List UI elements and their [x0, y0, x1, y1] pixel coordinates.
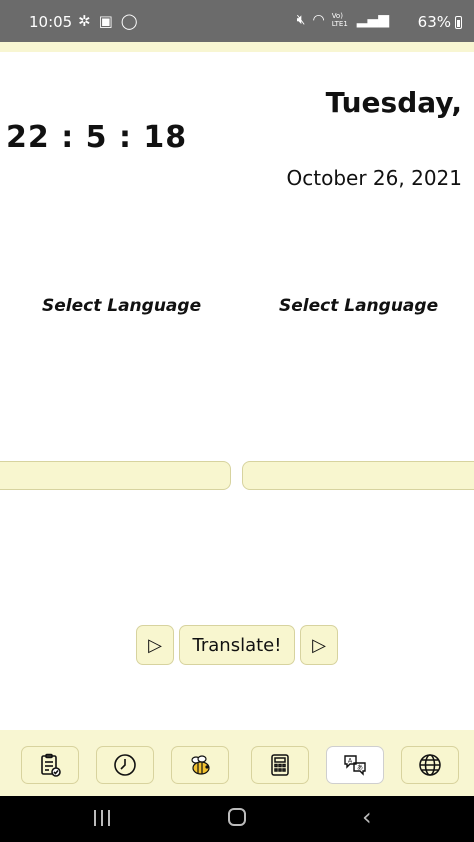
image-icon: ▣: [98, 12, 113, 30]
nav-calculator-button[interactable]: [251, 746, 309, 784]
clock-icon: [114, 754, 136, 776]
battery-icon: [455, 15, 462, 29]
play-source-button[interactable]: ▷: [136, 625, 174, 665]
system-nav-bar: ‹: [0, 796, 474, 842]
nav-clipboard-button[interactable]: [21, 746, 79, 784]
digital-clock: 22 : 5 : 18: [6, 120, 188, 155]
whatsapp-icon: ◯: [120, 12, 138, 30]
current-date: October 26, 2021: [286, 166, 462, 190]
play-target-button[interactable]: ▷: [300, 625, 338, 665]
status-bar: 10:05 ✲ ▣ ◯ 🔇︎ ◠ Vo) LTE1 ▂▄▆ 63%: [0, 0, 474, 42]
translate-icon: A あ: [344, 755, 366, 776]
nav-globe-button[interactable]: [401, 746, 459, 784]
wifi-icon: ◠: [312, 12, 325, 28]
pinwheel-icon: ✲: [78, 12, 91, 30]
source-language-select[interactable]: Select Language: [42, 296, 201, 316]
mute-icon: 🔇︎: [296, 12, 306, 28]
day-of-week: Tuesday,: [325, 86, 462, 119]
target-text-output[interactable]: [242, 461, 474, 490]
globe-icon: [419, 754, 441, 776]
bee-icon: [191, 755, 210, 775]
svg-text:あ: あ: [357, 765, 363, 772]
header-strip: [0, 42, 474, 52]
back-icon[interactable]: ‹: [362, 803, 372, 831]
source-text-input[interactable]: [0, 461, 231, 490]
battery-percent: 63%: [417, 13, 451, 31]
calculator-icon: [271, 754, 289, 776]
nav-translate-button[interactable]: A あ: [326, 746, 384, 784]
status-time: 10:05: [29, 13, 73, 31]
volte-lte-icon: Vo) LTE1: [331, 12, 348, 28]
target-language-select[interactable]: Select Language: [279, 296, 438, 316]
clipboard-icon: [41, 753, 61, 777]
nav-bee-button[interactable]: [171, 746, 229, 784]
signal-icon: ▂▄▆: [356, 12, 389, 28]
bottom-nav: A あ: [0, 730, 474, 796]
translate-button[interactable]: Translate!: [179, 625, 295, 665]
home-icon[interactable]: [228, 808, 246, 826]
nav-clock-button[interactable]: [96, 746, 154, 784]
recents-icon[interactable]: [94, 810, 114, 826]
